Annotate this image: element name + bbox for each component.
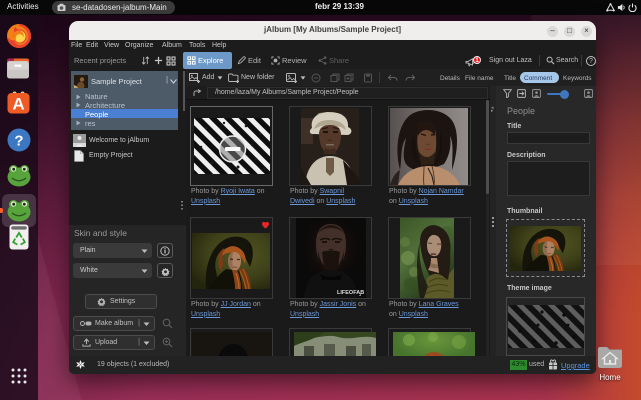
svg-text:A: A — [12, 95, 24, 114]
svg-text:J: J — [359, 292, 361, 297]
svg-text:?: ? — [14, 133, 23, 150]
